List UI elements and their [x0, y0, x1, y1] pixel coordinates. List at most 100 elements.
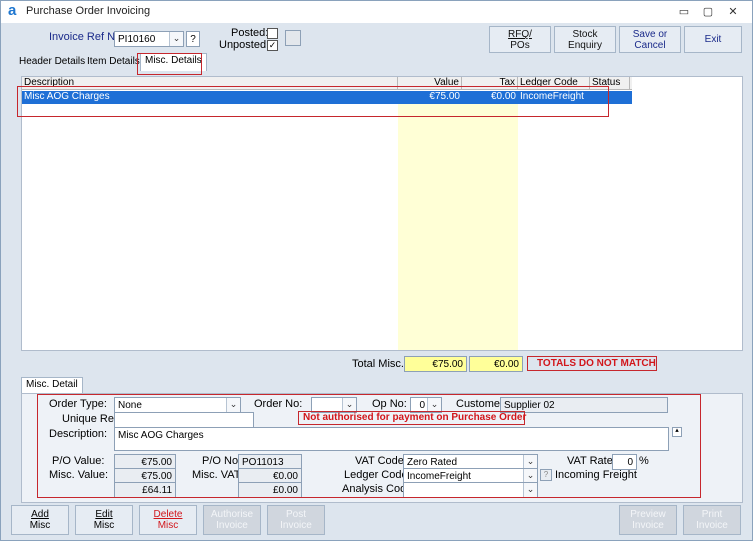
ledger-code-value: IncomeFreight — [407, 471, 471, 482]
unposted-checkbox[interactable]: ✓ — [267, 40, 278, 51]
chevron-down-icon[interactable]: ⌄ — [169, 32, 183, 46]
posted-label: Posted: — [231, 27, 269, 39]
bottom-button-bar: Add Misc Edit Misc Delete Misc Authorise… — [11, 505, 743, 535]
add-misc-line2: Misc — [29, 520, 51, 531]
app-window: a Purchase Order Invoicing ▭ ▢ ✕ Invoice… — [0, 0, 753, 541]
authorise-line2: Invoice — [216, 520, 248, 531]
window-title: Purchase Order Invoicing — [26, 5, 151, 17]
value-column-fill — [398, 104, 462, 350]
preview-line1: Preview — [630, 509, 666, 520]
invoice-ref-select[interactable]: PI10160 ⌄ — [114, 31, 184, 47]
chevron-down-icon[interactable]: ⌄ — [523, 455, 537, 469]
unique-ref-input[interactable] — [114, 412, 254, 428]
edit-misc-line1: Edit — [95, 509, 113, 520]
order-type-label: Order Type: — [49, 398, 107, 410]
cell-value: €75.00 — [429, 91, 460, 102]
chevron-down-icon[interactable]: ⌄ — [226, 398, 240, 412]
total-tax-field: €0.00 — [469, 356, 523, 372]
print-invoice-button[interactable]: Print Invoice — [683, 505, 741, 535]
add-misc-line1: Add — [31, 509, 49, 520]
help-button[interactable]: ? — [186, 31, 200, 47]
rfq-line2: POs — [510, 40, 530, 51]
total-value-gbp: £64.11 — [114, 482, 176, 498]
misc-vat-label: Misc. VAT: — [192, 469, 243, 481]
order-no-select[interactable]: ⌄ — [311, 397, 357, 413]
auth-warning: Not authorised for payment on Purchase O… — [303, 412, 527, 423]
posted-checkbox[interactable] — [267, 28, 278, 39]
rfq-pos-button[interactable]: RFQ/ POs — [489, 26, 551, 53]
vat-code-label: VAT Code: — [355, 455, 407, 467]
op-no-select[interactable]: 0 ⌄ — [410, 397, 442, 413]
top-toolbar: Invoice Ref No: PI10160 ⌄ ? Posted: Unpo… — [11, 25, 743, 53]
chevron-down-icon[interactable]: ⌄ — [523, 469, 537, 483]
lookup-icon[interactable]: ? — [540, 469, 552, 481]
totals-warning: TOTALS DO NOT MATCH — [537, 358, 656, 369]
description-input[interactable]: Misc AOG Charges — [114, 427, 669, 451]
delete-misc-line1: Delete — [153, 509, 183, 520]
col-description[interactable]: Description — [22, 77, 398, 90]
rfq-line1: RFQ/ — [508, 29, 532, 40]
add-misc-button[interactable]: Add Misc — [11, 505, 69, 535]
order-type-value: None — [118, 400, 142, 411]
ledger-code-label: Ledger Code: — [344, 469, 411, 481]
col-ledger-code[interactable]: Ledger Code — [518, 77, 590, 90]
description-label: Description: — [49, 428, 108, 440]
invoice-ref-value: PI10160 — [118, 34, 156, 45]
grid-header: Description Value Tax Ledger Code Status — [22, 77, 632, 90]
vat-rate-field[interactable]: 0 — [612, 454, 637, 470]
chevron-down-icon[interactable]: ⌄ — [523, 483, 537, 497]
preview-line2: Invoice — [632, 520, 664, 531]
op-no-label: Op No: — [372, 398, 407, 410]
title-bar: a Purchase Order Invoicing ▭ ▢ ✕ — [1, 1, 752, 23]
tab-misc-detail[interactable]: Misc. Detail — [21, 377, 83, 393]
col-value[interactable]: Value — [398, 77, 462, 90]
col-tax[interactable]: Tax — [462, 77, 518, 90]
chevron-down-icon[interactable]: ⌄ — [427, 398, 441, 412]
tab-item-details[interactable]: Item Details — [83, 55, 144, 71]
delete-misc-line2: Misc — [157, 520, 179, 531]
print-line1: Print — [701, 509, 723, 520]
col-status[interactable]: Status — [590, 77, 630, 90]
save-line1: Save or — [632, 29, 668, 40]
total-vat-gbp: £0.00 — [238, 482, 302, 498]
cell-tax: €0.00 — [490, 91, 516, 102]
save-line2: Cancel — [634, 40, 666, 51]
minimize-icon[interactable]: ▭ — [674, 4, 694, 20]
analysis-code-select[interactable]: ⌄ — [403, 482, 538, 498]
post-line1: Post — [285, 509, 306, 520]
save-cancel-button[interactable]: Save or Cancel — [619, 26, 681, 53]
table-row[interactable]: Misc AOG Charges €75.00 €0.00 IncomeFrei… — [22, 91, 632, 104]
exit-button[interactable]: Exit — [684, 26, 742, 53]
cell-status — [590, 91, 630, 104]
post-line2: Invoice — [280, 520, 312, 531]
total-misc-label: Total Misc.: — [352, 358, 408, 370]
maximize-icon[interactable]: ▢ — [698, 4, 718, 20]
expand-icon[interactable]: ▴ — [672, 427, 682, 437]
stock-line2: Enquiry — [568, 40, 602, 51]
total-value-field: €75.00 — [404, 356, 467, 372]
tab-header-details[interactable]: Header Details — [15, 55, 89, 71]
cell-description: Misc AOG Charges — [24, 91, 110, 102]
app-logo-icon: a — [8, 2, 17, 19]
edit-misc-button[interactable]: Edit Misc — [75, 505, 133, 535]
print-line2: Invoice — [696, 520, 728, 531]
order-type-select[interactable]: None ⌄ — [114, 397, 241, 413]
delete-misc-button[interactable]: Delete Misc — [139, 505, 197, 535]
post-invoice-button[interactable]: Post Invoice — [267, 505, 325, 535]
stock-enquiry-button[interactable]: Stock Enquiry — [554, 26, 616, 53]
percent-sign: % — [639, 455, 649, 467]
op-no-value: 0 — [419, 400, 425, 411]
authorise-invoice-button[interactable]: Authorise Invoice — [203, 505, 261, 535]
ledger-description: Incoming Freight — [555, 469, 637, 481]
preview-invoice-button[interactable]: Preview Invoice — [619, 505, 677, 535]
vat-code-value: Zero Rated — [407, 457, 458, 468]
chevron-down-icon[interactable]: ⌄ — [342, 398, 356, 412]
misc-value-label: Misc. Value: — [49, 469, 109, 481]
authorise-line1: Authorise — [210, 509, 254, 520]
misc-grid: Description Value Tax Ledger Code Status… — [21, 76, 743, 351]
tab-misc-details[interactable]: Misc. Details — [140, 53, 207, 71]
document-icon[interactable] — [285, 30, 301, 46]
edit-misc-line2: Misc — [93, 520, 115, 531]
misc-detail-panel: Order Type: None ⌄ Order No: ⌄ Op No: 0 … — [21, 393, 743, 503]
close-icon[interactable]: ✕ — [723, 4, 743, 20]
